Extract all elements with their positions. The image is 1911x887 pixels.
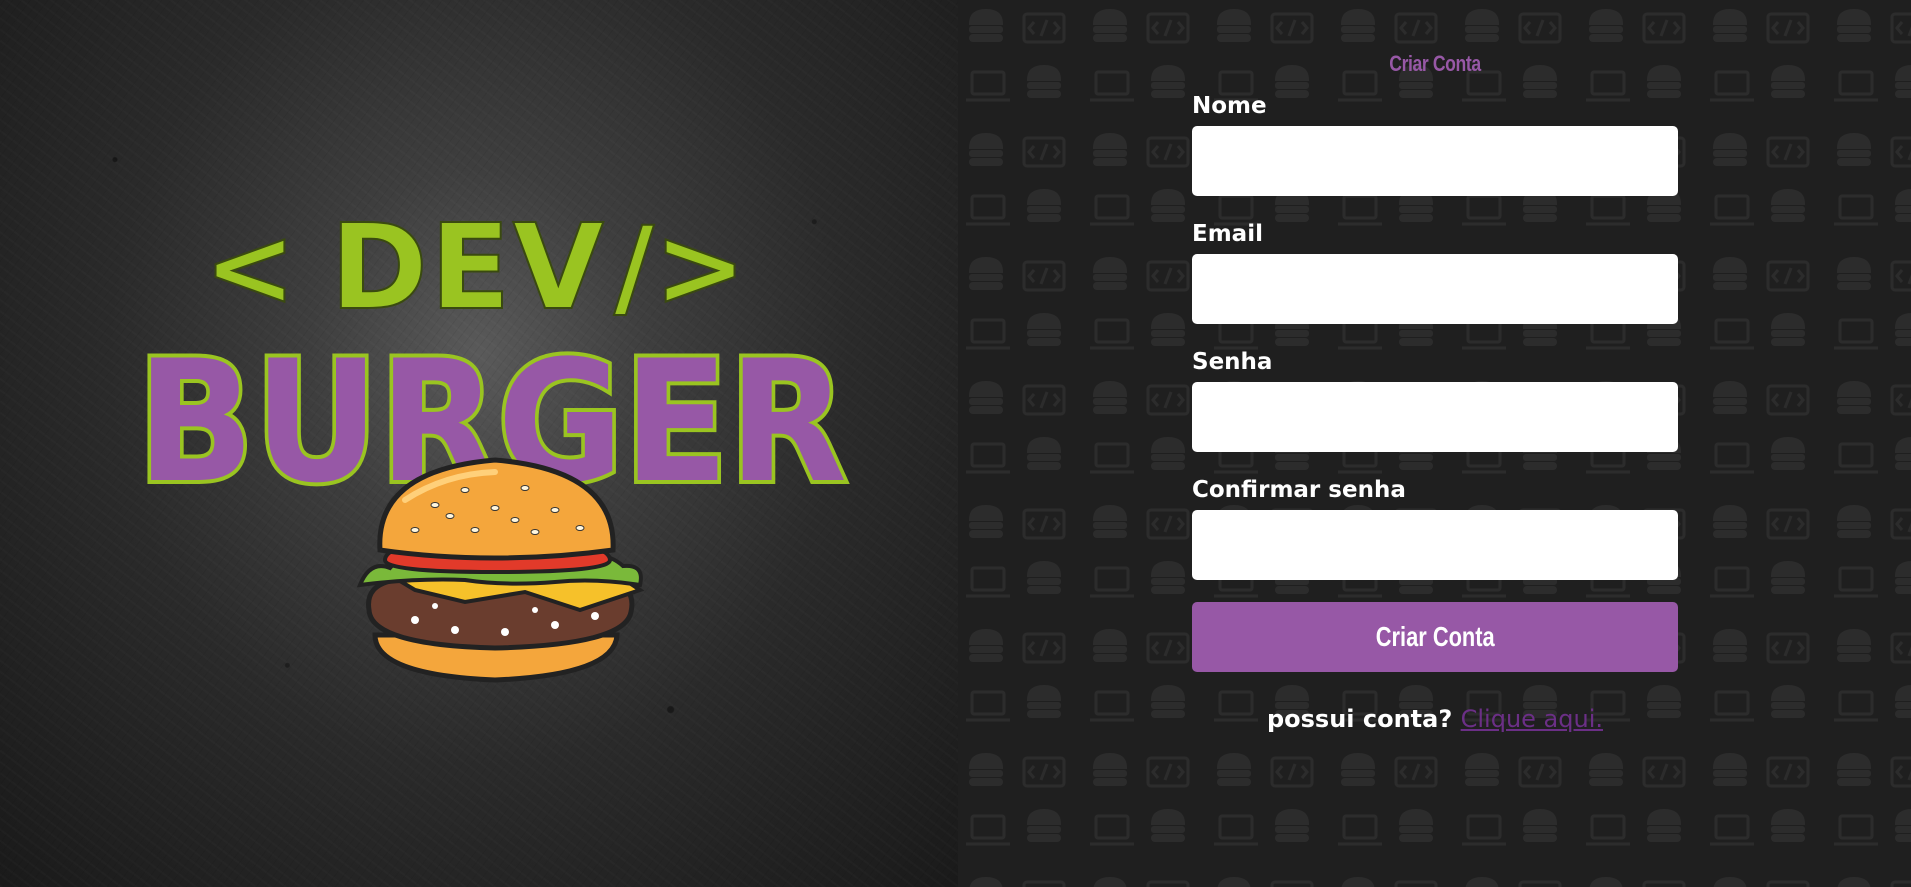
confirm-password-input[interactable] — [1192, 510, 1678, 580]
password-field-group: Senha — [1192, 346, 1678, 452]
signup-panel: Criar Conta Nome Email Senha Confirmar s… — [958, 0, 1911, 887]
logo-svg: < DEV /> BURGER — [133, 197, 851, 683]
name-input[interactable] — [1192, 126, 1678, 196]
code-close-glyph: /> — [614, 203, 746, 331]
code-open-glyph: < — [204, 203, 296, 331]
email-field-group: Email — [1192, 218, 1678, 324]
password-input[interactable] — [1192, 382, 1678, 452]
password-label: Senha — [1192, 349, 1273, 375]
confirm-password-field-group: Confirmar senha — [1192, 474, 1678, 580]
confirm-password-label: Confirmar senha — [1192, 477, 1406, 503]
name-field-group: Nome — [1192, 90, 1678, 196]
dev-burger-logo: < DEV /> BURGER — [100, 197, 860, 685]
logo-dev-word: DEV — [330, 198, 606, 336]
create-account-button[interactable]: Criar Conta — [1192, 602, 1678, 672]
brand-panel: < DEV /> BURGER — [0, 0, 958, 887]
login-prompt-text: possui conta? — [1266, 705, 1453, 733]
signup-form: Criar Conta Nome Email Senha Confirmar s… — [1192, 46, 1678, 736]
form-title: Criar Conta — [1389, 51, 1481, 76]
name-label: Nome — [1192, 93, 1267, 119]
email-label: Email — [1192, 221, 1263, 247]
login-link[interactable]: Clique aqui. — [1461, 705, 1603, 733]
page: < DEV /> BURGER Criar Conta Nome Email S… — [0, 0, 1911, 887]
login-prompt: possui conta? Clique aqui. — [1192, 702, 1678, 736]
create-account-button-label: Criar Conta — [1375, 621, 1495, 652]
email-input[interactable] — [1192, 254, 1678, 324]
